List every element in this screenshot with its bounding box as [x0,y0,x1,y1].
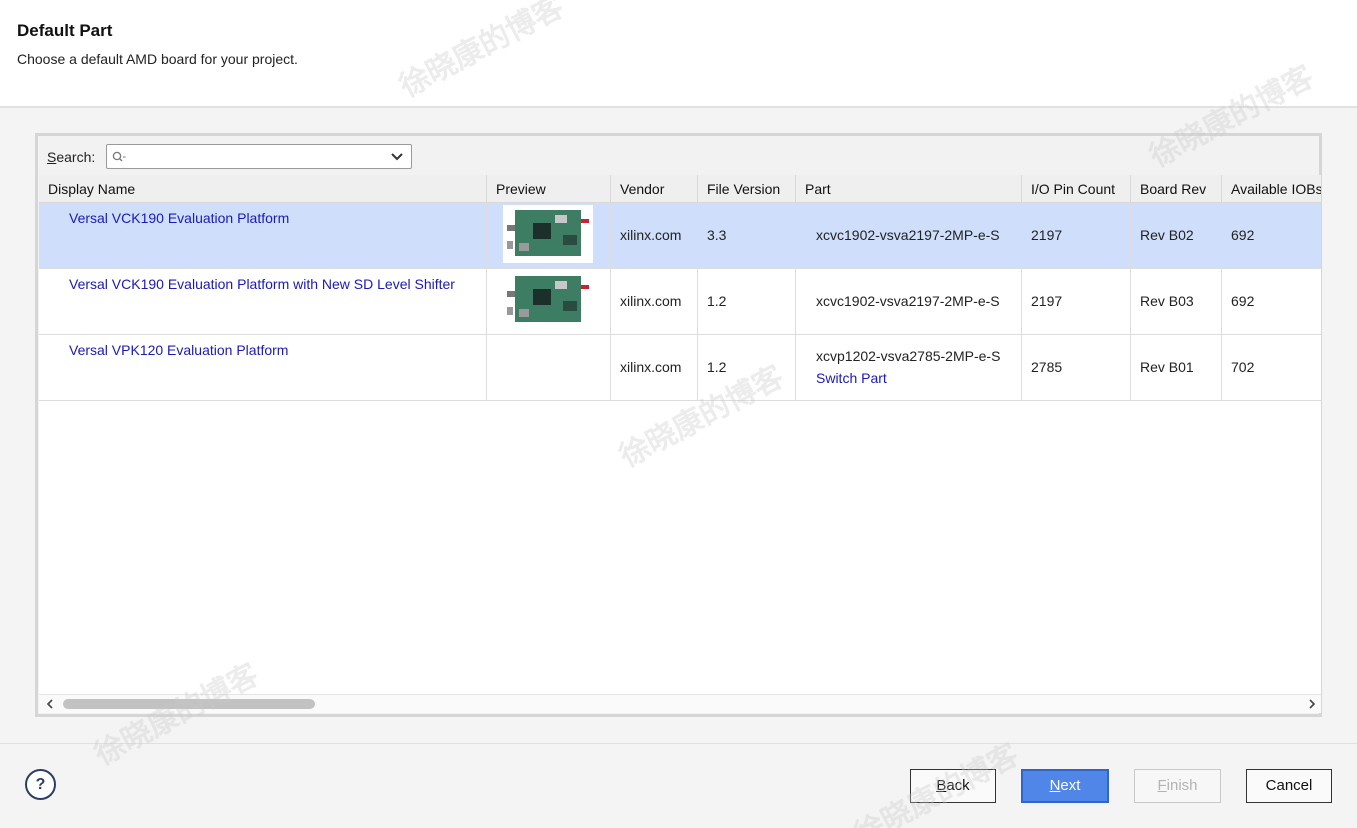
scroll-left-icon[interactable] [45,699,55,709]
back-button[interactable]: Back [910,769,996,803]
cell-file-version: 3.3 [698,203,796,269]
cell-vendor: xilinx.com [611,203,698,269]
next-button[interactable]: Next [1021,769,1109,803]
column-header-board-rev[interactable]: Board Rev [1131,175,1222,203]
cell-file-version: 1.2 [698,269,796,335]
cell-vendor: xilinx.com [611,335,698,401]
cell-io-pin-count: 2785 [1022,335,1131,401]
switch-part-link[interactable]: Switch Part [816,370,887,386]
search-label-mnemonic: S [47,149,57,165]
board-preview-image [503,205,593,263]
column-header-preview[interactable]: Preview [487,175,611,203]
table-row[interactable]: Versal VPK120 Evaluation Platform xilinx… [39,335,1321,401]
column-header-display-name[interactable]: Display Name [39,175,487,203]
cell-available-iobs: 702 [1231,359,1255,375]
board-name-link[interactable]: Versal VCK190 Evaluation Platform [69,210,289,226]
cancel-button[interactable]: Cancel [1246,769,1332,803]
cell-board-rev: Rev B01 [1131,335,1222,401]
boards-table: Display Name Preview Vendor File Version… [39,175,1321,713]
footer-divider [0,743,1357,744]
cell-part: xcvp1202-vsva2785-2MP-e-S Switch Part [796,335,1022,401]
cell-io-pin-count: 2197 [1022,269,1131,335]
column-header-vendor[interactable]: Vendor [611,175,698,203]
board-preview-image [503,271,593,329]
cell-board-rev: Rev B03 [1131,269,1222,335]
search-box[interactable] [106,144,412,169]
help-button[interactable]: ? [25,769,56,800]
scrollbar-thumb[interactable] [63,699,315,709]
table-header: Display Name Preview Vendor File Version… [39,175,1321,203]
table-row[interactable]: Versal VCK190 Evaluation Platform with N… [39,269,1321,335]
page-title: Default Part [17,21,113,40]
cell-io-pin-count: 2197 [1022,203,1131,269]
board-name-link[interactable]: Versal VPK120 Evaluation Platform [69,342,288,358]
board-name-link[interactable]: Versal VCK190 Evaluation Platform with N… [69,276,455,292]
cell-part: xcvc1902-vsva2197-2MP-e-S [796,269,1022,335]
cell-preview [487,335,611,401]
cell-part: xcvc1902-vsva2197-2MP-e-S [796,203,1022,269]
cell-file-version: 1.2 [698,335,796,401]
search-icon [112,151,126,162]
cell-preview [487,269,611,335]
column-header-io-pin-count[interactable]: I/O Pin Count [1022,175,1131,203]
cell-display-name: Versal VCK190 Evaluation Platform with N… [39,269,487,335]
cell-available-iobs: 692 [1231,227,1255,243]
column-header-available-iobs[interactable]: Available IOBs [1222,175,1321,203]
horizontal-scrollbar[interactable] [39,694,1321,713]
cell-display-name: Versal VCK190 Evaluation Platform [39,203,487,269]
cell-board-rev: Rev B02 [1131,203,1222,269]
cell-display-name: Versal VPK120 Evaluation Platform [39,335,487,401]
table-row[interactable]: Versal VCK190 Evaluation Platform xilinx… [39,203,1321,269]
cell-vendor: xilinx.com [611,269,698,335]
finish-button[interactable]: Finish [1134,769,1221,803]
column-header-file-version[interactable]: File Version [698,175,796,203]
cell-preview [487,203,611,269]
column-header-part[interactable]: Part [796,175,1022,203]
dialog-header: Default Part Choose a default AMD board … [0,0,1357,108]
cell-available-iobs: 692 [1231,293,1255,309]
page-subtitle: Choose a default AMD board for your proj… [17,51,298,67]
search-label: Search: [47,149,95,165]
scroll-right-icon[interactable] [1307,699,1317,709]
board-selection-panel: Search: Display Name Preview Vendor File… [35,133,1322,717]
search-label-text: earch: [56,149,96,165]
search-input[interactable] [127,147,382,166]
chevron-down-icon[interactable] [391,153,403,161]
